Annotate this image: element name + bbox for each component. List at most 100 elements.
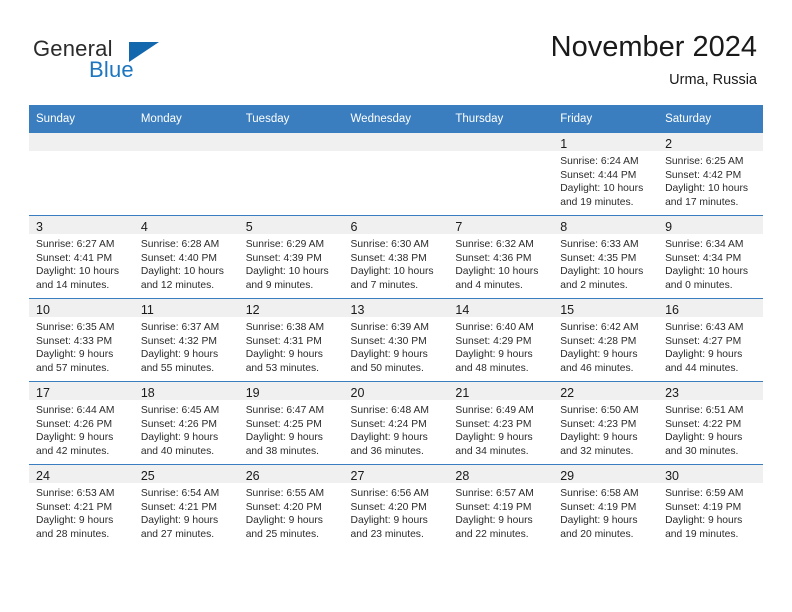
calendar-day-cell[interactable]: 29 Sunrise: 6:58 AM Sunset: 4:19 PM Dayligh… (553, 464, 659, 547)
calendar-day-cell[interactable]: 14 Sunrise: 6:40 AM Sunset: 4:29 PM Dayligh… (448, 298, 554, 382)
day-details: Sunrise: 6:40 AM Sunset: 4:29 PM Daylight:… (448, 317, 553, 375)
daylight-text-line2: and 38 minutes. (245, 445, 319, 457)
day-details: Sunrise: 6:48 AM Sunset: 4:24 PM Daylight:… (344, 400, 449, 458)
sunrise-text: Sunrise: 6:27 AM (36, 239, 115, 250)
day-details: Sunrise: 6:25 AM Sunset: 4:42 PM Daylight:… (658, 151, 763, 209)
daylight-text-line1: Daylight: 9 hours (560, 349, 638, 361)
day-details: Sunrise: 6:38 AM Sunset: 4:31 PM Daylight:… (239, 317, 344, 375)
daylight-text-line2: and 27 minutes. (140, 528, 215, 540)
day-number: 6 (350, 220, 358, 234)
calendar-day-cell[interactable]: 10 Sunrise: 6:35 AM Sunset: 4:33 PM Dayligh… (29, 298, 134, 382)
calendar-day-cell[interactable]: 27 Sunrise: 6:56 AM Sunset: 4:20 PM Dayligh… (343, 464, 449, 547)
daylight-text-line2: and 19 minutes. (665, 528, 739, 540)
calendar-day-cell[interactable]: 8 Sunrise: 6:33 AM Sunset: 4:35 PM Daylight… (553, 215, 659, 299)
day-number-band: 6 (343, 216, 449, 234)
day-number: 26 (245, 469, 260, 483)
calendar-day-cell[interactable]: 20 Sunrise: 6:48 AM Sunset: 4:24 PM Dayligh… (343, 381, 449, 465)
day-number: 16 (665, 303, 679, 317)
daylight-text-line2: and 7 minutes. (350, 279, 419, 291)
calendar-day-cell[interactable]: 18 Sunrise: 6:45 AM Sunset: 4:26 PM Dayligh… (133, 381, 239, 465)
day-number: 21 (455, 386, 470, 400)
calendar-week-row: 24 Sunrise: 6:53 AM Sunset: 4:21 PM Dayligh… (29, 464, 763, 547)
calendar-day-cell[interactable]: 25 Sunrise: 6:54 AM Sunset: 4:21 PM Dayligh… (133, 464, 239, 547)
calendar-day-cell[interactable]: 9 Sunrise: 6:34 AM Sunset: 4:34 PM Daylight… (658, 215, 763, 299)
sunrise-text: Sunrise: 6:57 AM (455, 488, 534, 499)
day-number-band: 3 (29, 216, 134, 234)
daylight-text-line2: and 17 minutes. (665, 196, 739, 208)
calendar-day-cell[interactable]: 30 Sunrise: 6:59 AM Sunset: 4:19 PM Dayligh… (658, 464, 763, 547)
sunrise-text: Sunrise: 6:44 AM (36, 405, 115, 416)
day-details: Sunrise: 6:27 AM Sunset: 4:41 PM Daylight:… (29, 234, 134, 292)
day-details: Sunrise: 6:39 AM Sunset: 4:30 PM Daylight:… (344, 317, 449, 375)
day-details: Sunrise: 6:47 AM Sunset: 4:25 PM Daylight:… (239, 400, 344, 458)
daylight-text-line1: Daylight: 9 hours (455, 349, 533, 361)
day-number: 28 (455, 469, 470, 483)
weekday-header-tuesday: Tuesday (238, 105, 344, 133)
calendar-day-cell[interactable]: 24 Sunrise: 6:53 AM Sunset: 4:21 PM Dayligh… (29, 464, 134, 547)
day-number: 13 (350, 303, 365, 317)
sunrise-text: Sunrise: 6:34 AM (665, 239, 744, 250)
day-number-band: 23 (658, 382, 763, 400)
daylight-text-line1: Daylight: 9 hours (455, 432, 533, 444)
day-number-band: 5 (238, 216, 344, 234)
sunset-text: Sunset: 4:21 PM (36, 501, 113, 513)
calendar-day-cell-empty (238, 133, 344, 216)
calendar-week-row: 1 Sunrise: 6:24 AM Sunset: 4:44 PM Daylight… (29, 133, 763, 216)
calendar-day-cell[interactable]: 22 Sunrise: 6:50 AM Sunset: 4:23 PM Dayligh… (553, 381, 659, 465)
calendar-day-cell[interactable]: 15 Sunrise: 6:42 AM Sunset: 4:28 PM Dayligh… (553, 298, 659, 382)
day-number: 12 (245, 303, 260, 317)
sunrise-text: Sunrise: 6:40 AM (455, 322, 534, 333)
calendar-day-cell[interactable]: 23 Sunrise: 6:51 AM Sunset: 4:22 PM Dayligh… (658, 381, 763, 465)
daylight-text-line1: Daylight: 10 hours (140, 266, 224, 278)
sunset-text: Sunset: 4:26 PM (140, 418, 217, 430)
day-details: Sunrise: 6:43 AM Sunset: 4:27 PM Daylight:… (658, 317, 763, 375)
calendar-day-cell[interactable]: 19 Sunrise: 6:47 AM Sunset: 4:25 PM Dayligh… (238, 381, 344, 465)
day-number-band: 20 (343, 382, 449, 400)
daylight-text-line2: and 22 minutes. (455, 528, 529, 540)
location-subtitle: Urma, Russia (669, 72, 757, 88)
daylight-text-line1: Daylight: 10 hours (245, 266, 329, 278)
calendar-day-cell[interactable]: 5 Sunrise: 6:29 AM Sunset: 4:39 PM Daylight… (238, 215, 344, 299)
calendar-day-cell[interactable]: 13 Sunrise: 6:39 AM Sunset: 4:30 PM Dayligh… (343, 298, 449, 382)
day-number-band (343, 133, 449, 151)
sunset-text: Sunset: 4:41 PM (36, 252, 113, 264)
sunrise-text: Sunrise: 6:49 AM (455, 405, 534, 416)
sunrise-text: Sunrise: 6:32 AM (455, 239, 534, 250)
sunset-text: Sunset: 4:27 PM (665, 335, 742, 347)
day-number-band: 11 (133, 299, 239, 317)
day-number: 19 (245, 386, 260, 400)
calendar-body: 1 Sunrise: 6:24 AM Sunset: 4:44 PM Daylight… (29, 133, 763, 547)
calendar-day-cell[interactable]: 28 Sunrise: 6:57 AM Sunset: 4:19 PM Dayligh… (448, 464, 554, 547)
calendar-day-cell[interactable]: 21 Sunrise: 6:49 AM Sunset: 4:23 PM Dayligh… (448, 381, 554, 465)
calendar-day-cell[interactable]: 7 Sunrise: 6:32 AM Sunset: 4:36 PM Daylight… (448, 215, 554, 299)
day-number: 20 (350, 386, 365, 400)
calendar-day-cell[interactable]: 6 Sunrise: 6:30 AM Sunset: 4:38 PM Daylight… (343, 215, 449, 299)
calendar-day-cell[interactable]: 26 Sunrise: 6:55 AM Sunset: 4:20 PM Dayligh… (238, 464, 344, 547)
daylight-text-line1: Daylight: 9 hours (245, 515, 323, 527)
calendar-day-cell[interactable]: 1 Sunrise: 6:24 AM Sunset: 4:44 PM Daylight… (553, 133, 659, 216)
day-number: 23 (665, 386, 679, 400)
calendar-day-cell[interactable]: 2 Sunrise: 6:25 AM Sunset: 4:42 PM Daylight… (658, 133, 763, 216)
calendar-day-cell[interactable]: 16 Sunrise: 6:43 AM Sunset: 4:27 PM Dayligh… (658, 298, 763, 382)
calendar-week-row: 3 Sunrise: 6:27 AM Sunset: 4:41 PM Daylight… (29, 215, 763, 299)
day-number-band: 24 (29, 465, 134, 483)
day-details: Sunrise: 6:57 AM Sunset: 4:19 PM Daylight:… (448, 483, 553, 541)
calendar-day-cell[interactable]: 12 Sunrise: 6:38 AM Sunset: 4:31 PM Dayligh… (238, 298, 344, 382)
calendar-day-cell[interactable]: 4 Sunrise: 6:28 AM Sunset: 4:40 PM Daylight… (133, 215, 239, 299)
day-details: Sunrise: 6:32 AM Sunset: 4:36 PM Daylight:… (448, 234, 553, 292)
day-number-band: 8 (553, 216, 659, 234)
general-blue-logo[interactable]: General Blue (33, 36, 233, 88)
daylight-text-line1: Daylight: 9 hours (140, 349, 219, 361)
sunset-text: Sunset: 4:25 PM (245, 418, 322, 430)
daylight-text-line1: Daylight: 10 hours (560, 183, 644, 195)
sunset-text: Sunset: 4:42 PM (665, 169, 742, 181)
calendar-day-cell[interactable]: 17 Sunrise: 6:44 AM Sunset: 4:26 PM Dayligh… (29, 381, 134, 465)
daylight-text-line1: Daylight: 9 hours (560, 515, 638, 527)
day-number: 1 (560, 137, 568, 151)
day-number: 15 (560, 303, 575, 317)
calendar-day-cell[interactable]: 11 Sunrise: 6:37 AM Sunset: 4:32 PM Dayligh… (133, 298, 239, 382)
day-number: 22 (560, 386, 575, 400)
daylight-text-line2: and 55 minutes. (140, 362, 215, 374)
calendar-day-cell[interactable]: 3 Sunrise: 6:27 AM Sunset: 4:41 PM Daylight… (29, 215, 134, 299)
daylight-text-line1: Daylight: 10 hours (665, 266, 749, 278)
